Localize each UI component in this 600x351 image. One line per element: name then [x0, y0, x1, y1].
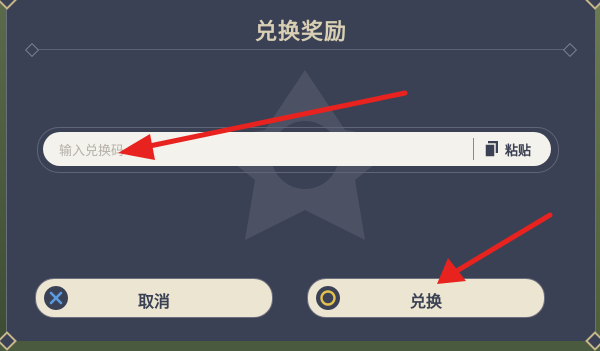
annotation-arrows [118, 90, 553, 284]
arrow-to-input [118, 90, 408, 160]
arrow-to-confirm [437, 212, 553, 284]
